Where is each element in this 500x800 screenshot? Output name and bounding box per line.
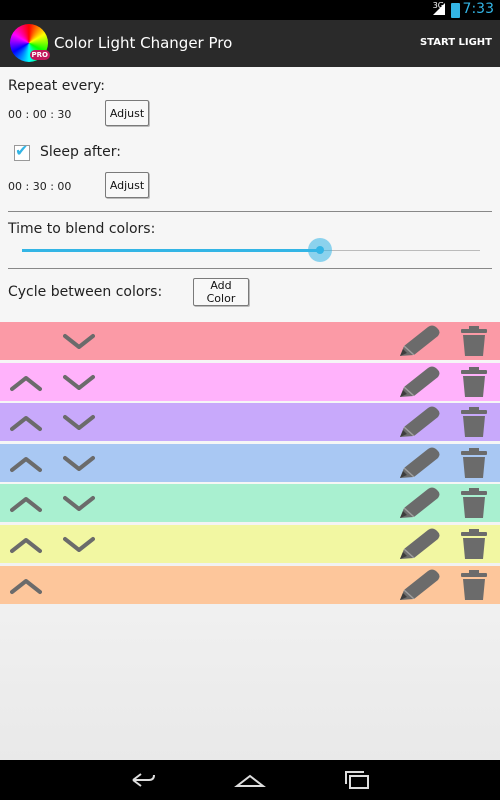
- add-color-button[interactable]: Add Color: [193, 278, 249, 306]
- battery-icon: [451, 3, 460, 18]
- color-row[interactable]: [0, 322, 500, 360]
- trash-icon[interactable]: [458, 447, 490, 479]
- pencil-icon[interactable]: [398, 568, 442, 602]
- app-title: Color Light Changer Pro: [54, 34, 233, 52]
- action-bar: PRO Color Light Changer Pro START LIGHT: [0, 20, 500, 67]
- chevron-up-icon[interactable]: [10, 450, 42, 476]
- pencil-icon[interactable]: [398, 365, 442, 399]
- sleep-adjust-button[interactable]: Adjust: [105, 172, 149, 198]
- color-row[interactable]: [0, 525, 500, 563]
- color-row[interactable]: [0, 362, 500, 401]
- pro-badge: PRO: [29, 50, 50, 60]
- chevron-up-icon[interactable]: [10, 369, 42, 395]
- chevron-down-icon[interactable]: [63, 328, 95, 354]
- color-row[interactable]: [0, 565, 500, 604]
- chevron-up-icon[interactable]: [10, 531, 42, 557]
- home-icon[interactable]: [234, 768, 266, 792]
- cycle-label: Cycle between colors:: [8, 284, 163, 300]
- chevron-down-icon[interactable]: [63, 490, 95, 516]
- main-content: Repeat every: 00 : 00 : 30 Adjust ✔ Slee…: [0, 67, 500, 760]
- start-light-button[interactable]: START LIGHT: [420, 37, 492, 48]
- chevron-down-icon[interactable]: [63, 450, 95, 476]
- pencil-icon[interactable]: [398, 324, 442, 358]
- chevron-up-icon[interactable]: [10, 490, 42, 516]
- trash-icon[interactable]: [458, 528, 490, 560]
- pencil-icon[interactable]: [398, 405, 442, 439]
- trash-icon[interactable]: [458, 569, 490, 601]
- recents-icon[interactable]: [341, 768, 373, 792]
- checkmark-icon: ✔: [15, 141, 29, 160]
- back-icon[interactable]: [127, 768, 159, 792]
- sleep-value: 00 : 30 : 00: [8, 180, 72, 193]
- blend-label: Time to blend colors:: [8, 221, 156, 237]
- divider: [8, 268, 492, 269]
- trash-icon[interactable]: [458, 406, 490, 438]
- trash-icon[interactable]: [458, 325, 490, 357]
- blend-slider-fill: [22, 249, 320, 252]
- repeat-label: Repeat every:: [8, 78, 105, 94]
- chevron-down-icon[interactable]: [63, 369, 95, 395]
- chevron-up-icon[interactable]: [10, 409, 42, 435]
- repeat-value: 00 : 00 : 30: [8, 108, 72, 121]
- pencil-icon[interactable]: [398, 486, 442, 520]
- sleep-label: Sleep after:: [40, 144, 121, 160]
- color-row[interactable]: [0, 484, 500, 523]
- signal-icon: [433, 3, 445, 15]
- pencil-icon[interactable]: [398, 527, 442, 561]
- trash-icon[interactable]: [458, 366, 490, 398]
- chevron-down-icon[interactable]: [63, 531, 95, 557]
- color-row[interactable]: [0, 403, 500, 442]
- pencil-icon[interactable]: [398, 446, 442, 480]
- app-logo-icon: PRO: [10, 24, 50, 62]
- clock: 7:33: [462, 1, 494, 17]
- chevron-up-icon[interactable]: [10, 572, 42, 598]
- trash-icon[interactable]: [458, 487, 490, 519]
- color-row[interactable]: [0, 443, 500, 482]
- navigation-bar: [0, 760, 500, 800]
- repeat-adjust-button[interactable]: Adjust: [105, 100, 149, 126]
- chevron-down-icon[interactable]: [63, 409, 95, 435]
- status-bar: 3G 7:33: [0, 0, 500, 20]
- blend-slider-thumb[interactable]: [308, 238, 332, 262]
- sleep-checkbox[interactable]: ✔: [14, 141, 30, 161]
- divider: [8, 211, 492, 212]
